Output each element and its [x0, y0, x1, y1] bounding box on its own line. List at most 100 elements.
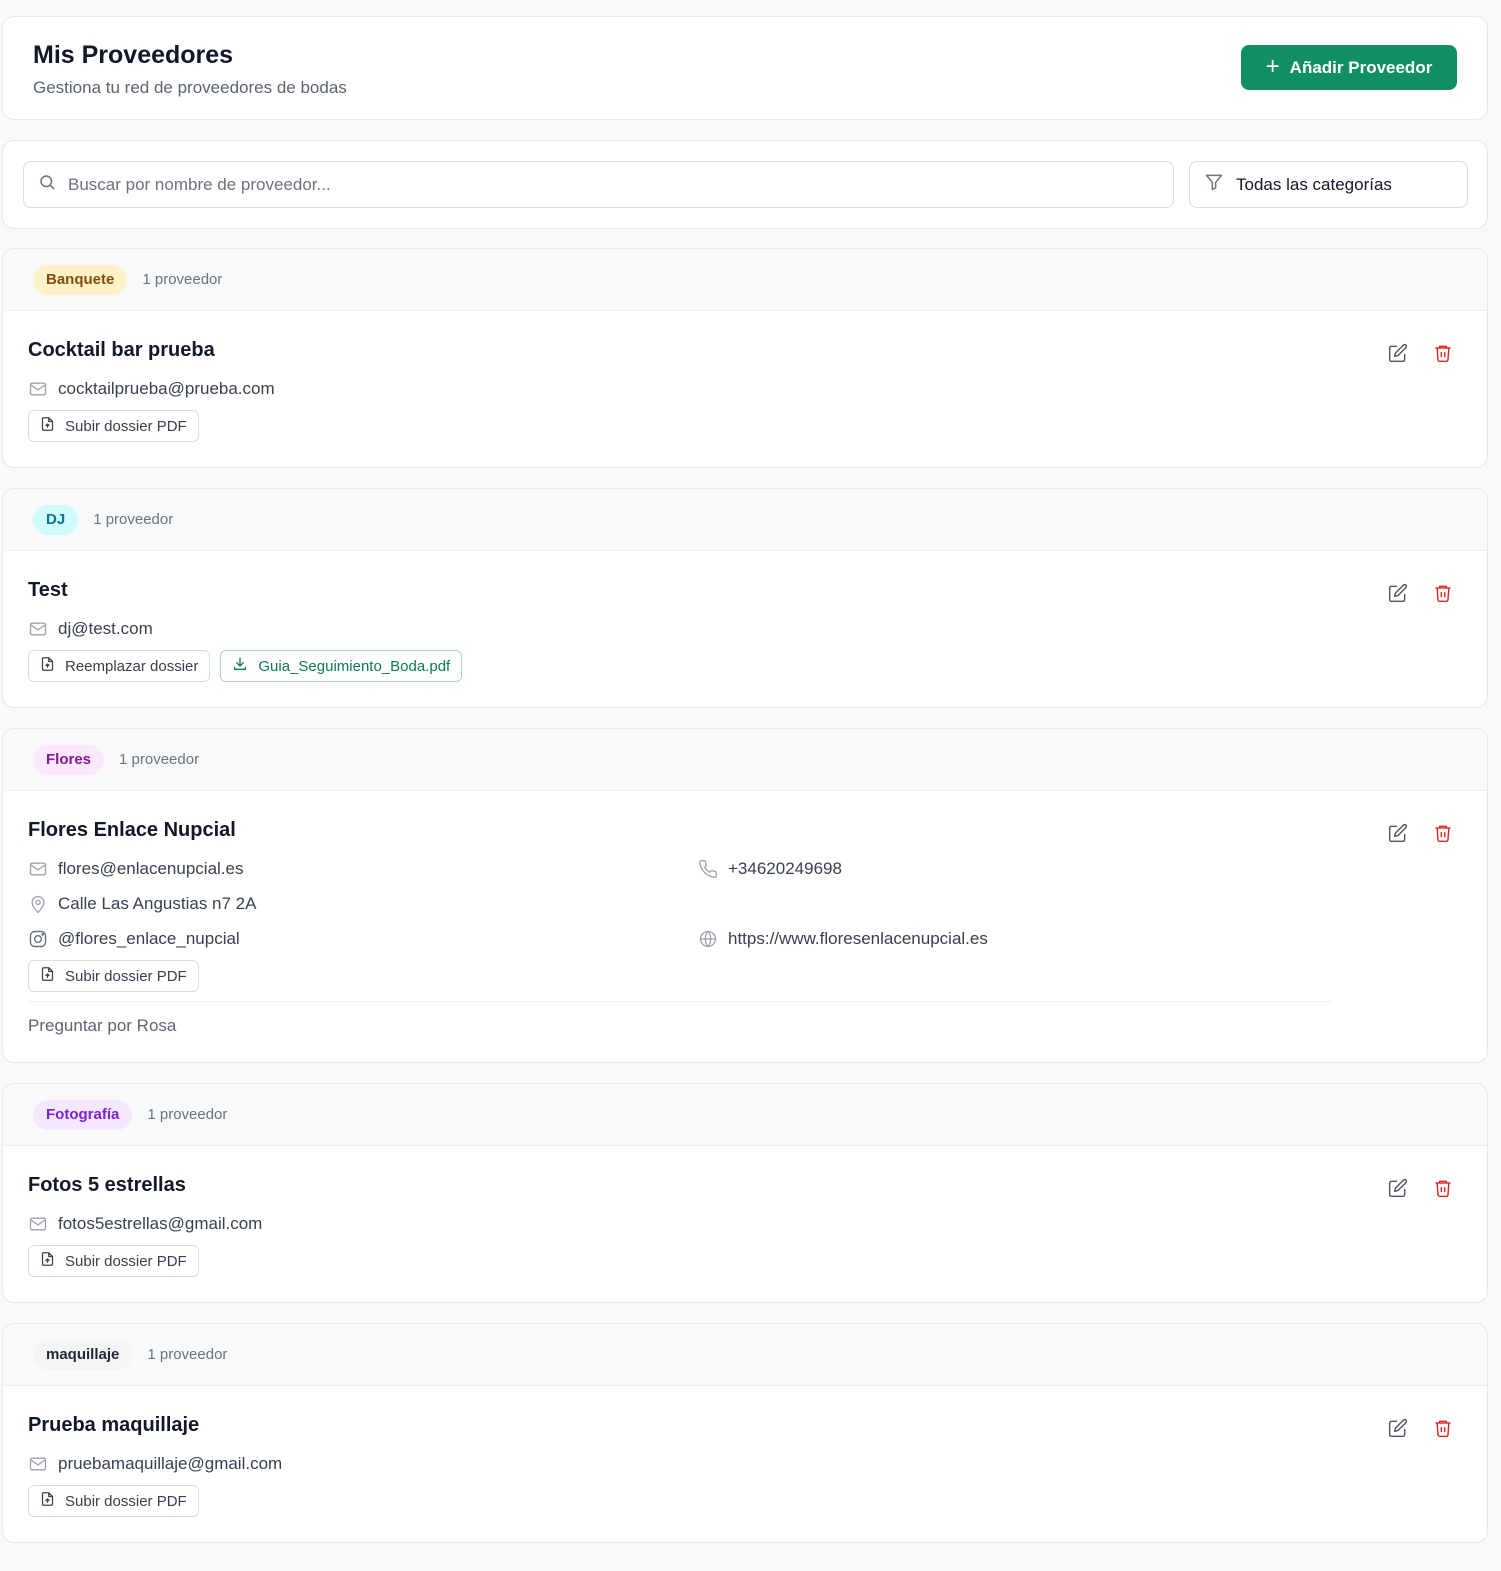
group-header: Flores 1 proveedor [3, 729, 1487, 791]
dossier-actions: Subir dossier PDF [28, 410, 1462, 442]
category-badge: DJ [33, 504, 79, 535]
vendor-actions [1388, 823, 1453, 843]
search-icon [38, 173, 56, 196]
file-upload-icon [40, 656, 55, 676]
vendor-email: pruebamaquillaje@gmail.com [58, 1453, 283, 1473]
provider-count: 1 proveedor [119, 751, 200, 768]
group-header: Fotografía 1 proveedor [3, 1084, 1487, 1146]
page-subtitle: Gestiona tu red de proveedores de bodas [33, 78, 347, 97]
upload-dossier-label: Subir dossier PDF [65, 417, 187, 435]
vendor-card: Flores Enlace Nupcial flores@enlacenupci… [3, 791, 1487, 1036]
add-provider-label: Añadir Proveedor [1289, 57, 1433, 77]
provider-count: 1 proveedor [147, 1106, 228, 1123]
instagram-icon [28, 929, 48, 949]
trash-icon[interactable] [1433, 823, 1453, 843]
group-header: DJ 1 proveedor [3, 489, 1487, 551]
vendor-email-row: dj@test.com [28, 611, 1462, 646]
vendor-name: Cocktail bar prueba [28, 339, 215, 361]
category-group-flores: Flores 1 proveedor Flores Enlace Nupcial… [2, 728, 1488, 1063]
edit-icon[interactable] [1388, 1178, 1408, 1198]
vendor-name: Flores Enlace Nupcial [28, 819, 236, 841]
category-group-fotografia: Fotografía 1 proveedor Fotos 5 estrellas… [2, 1083, 1488, 1303]
category-group-dj: DJ 1 proveedor Test dj@test.com Reemplaz… [2, 488, 1488, 708]
vendor-email: fotos5estrellas@gmail.com [58, 1213, 263, 1233]
dossier-actions: Reemplazar dossier Guia_Seguimiento_Boda… [28, 650, 1462, 682]
mail-icon [28, 1454, 48, 1474]
dossier-actions: Subir dossier PDF [28, 960, 1462, 992]
mail-icon [28, 379, 48, 399]
search-field[interactable] [23, 161, 1174, 208]
vendor-card: Prueba maquillaje pruebamaquillaje@gmail… [3, 1386, 1487, 1517]
upload-dossier-button[interactable]: Subir dossier PDF [28, 410, 199, 442]
provider-count: 1 proveedor [93, 511, 174, 528]
download-dossier-link[interactable]: Guia_Seguimiento_Boda.pdf [220, 650, 463, 682]
replace-dossier-button[interactable]: Reemplazar dossier [28, 650, 211, 682]
vendor-email-row: cocktailprueba@prueba.com [28, 371, 1462, 406]
file-upload-icon [40, 966, 55, 986]
mail-icon [28, 859, 48, 879]
search-input[interactable] [68, 174, 1118, 195]
vendor-card: Cocktail bar prueba cocktailprueba@prueb… [3, 311, 1487, 442]
vendor-card: Fotos 5 estrellas fotos5estrellas@gmail.… [3, 1146, 1487, 1277]
page-header: Mis Proveedores Gestiona tu red de prove… [2, 16, 1488, 120]
vendor-actions [1388, 583, 1453, 603]
edit-icon[interactable] [1388, 583, 1408, 603]
vendor-address: Calle Las Angustias n7 2A [58, 893, 257, 913]
group-header: Banquete 1 proveedor [3, 249, 1487, 311]
provider-count: 1 proveedor [147, 1346, 228, 1363]
plus-icon: + [1265, 52, 1280, 80]
vendor-email: flores@enlacenupcial.es [58, 858, 244, 878]
dossier-file-name: Guia_Seguimiento_Boda.pdf [258, 657, 451, 675]
file-upload-icon [40, 416, 55, 436]
group-header: maquillaje 1 proveedor [3, 1324, 1487, 1386]
vendor-email: cocktailprueba@prueba.com [58, 378, 275, 398]
upload-dossier-label: Subir dossier PDF [65, 1492, 187, 1510]
vendor-actions [1388, 1418, 1453, 1438]
category-badge: maquillaje [33, 1339, 133, 1370]
category-badge: Flores [33, 744, 105, 775]
upload-dossier-button[interactable]: Subir dossier PDF [28, 1485, 199, 1517]
category-badge: Fotografía [33, 1099, 133, 1130]
mail-icon [28, 1214, 48, 1234]
dossier-actions: Subir dossier PDF [28, 1485, 1462, 1517]
empty-cell [698, 886, 1462, 921]
page-title: Mis Proveedores [33, 41, 234, 69]
edit-icon[interactable] [1388, 1418, 1408, 1438]
trash-icon[interactable] [1433, 343, 1453, 363]
vendor-phone-row: +34620249698 [698, 851, 1462, 886]
vendor-name: Prueba maquillaje [28, 1414, 200, 1436]
vendor-notes: Preguntar por Rosa [28, 1016, 177, 1035]
vendor-email-row: fotos5estrellas@gmail.com [28, 1206, 1462, 1241]
file-upload-icon [40, 1251, 55, 1271]
vendor-website[interactable]: https://www.floresenlacenupcial.es [728, 929, 988, 949]
download-icon [232, 656, 248, 676]
file-upload-icon [40, 1491, 55, 1511]
map-pin-icon [28, 894, 48, 914]
edit-icon[interactable] [1388, 823, 1408, 843]
upload-dossier-button[interactable]: Subir dossier PDF [28, 960, 199, 992]
trash-icon[interactable] [1433, 1178, 1453, 1198]
vendor-instagram[interactable]: @flores_enlace_nupcial [58, 929, 240, 949]
vendor-email-row: flores@enlacenupcial.es [28, 851, 698, 886]
category-group-maquillaje: maquillaje 1 proveedor Prueba maquillaje… [2, 1323, 1488, 1543]
category-select-value: Todas las categorías [1236, 174, 1392, 194]
vendor-name: Fotos 5 estrellas [28, 1174, 186, 1196]
vendor-actions [1388, 1178, 1453, 1198]
upload-dossier-label: Subir dossier PDF [65, 967, 187, 985]
vendor-address-row: Calle Las Angustias n7 2A [28, 886, 698, 921]
vendor-website-row: https://www.floresenlacenupcial.es [698, 921, 1462, 956]
vendor-instagram-row: @flores_enlace_nupcial [28, 921, 698, 956]
upload-dossier-button[interactable]: Subir dossier PDF [28, 1245, 199, 1277]
vendor-email: dj@test.com [58, 618, 153, 638]
trash-icon[interactable] [1433, 1418, 1453, 1438]
trash-icon[interactable] [1433, 583, 1453, 603]
filter-bar: Todas las categorías [2, 140, 1488, 229]
add-provider-button[interactable]: + Añadir Proveedor [1241, 45, 1457, 90]
edit-icon[interactable] [1388, 343, 1408, 363]
vendor-card: Test dj@test.com Reemplazar dossier Guia… [3, 551, 1487, 682]
category-select[interactable]: Todas las categorías [1189, 161, 1468, 208]
vendor-phone: +34620249698 [728, 858, 842, 878]
provider-count: 1 proveedor [142, 271, 223, 288]
vendor-name: Test [28, 579, 68, 601]
vendor-email-row: pruebamaquillaje@gmail.com [28, 1446, 1462, 1481]
